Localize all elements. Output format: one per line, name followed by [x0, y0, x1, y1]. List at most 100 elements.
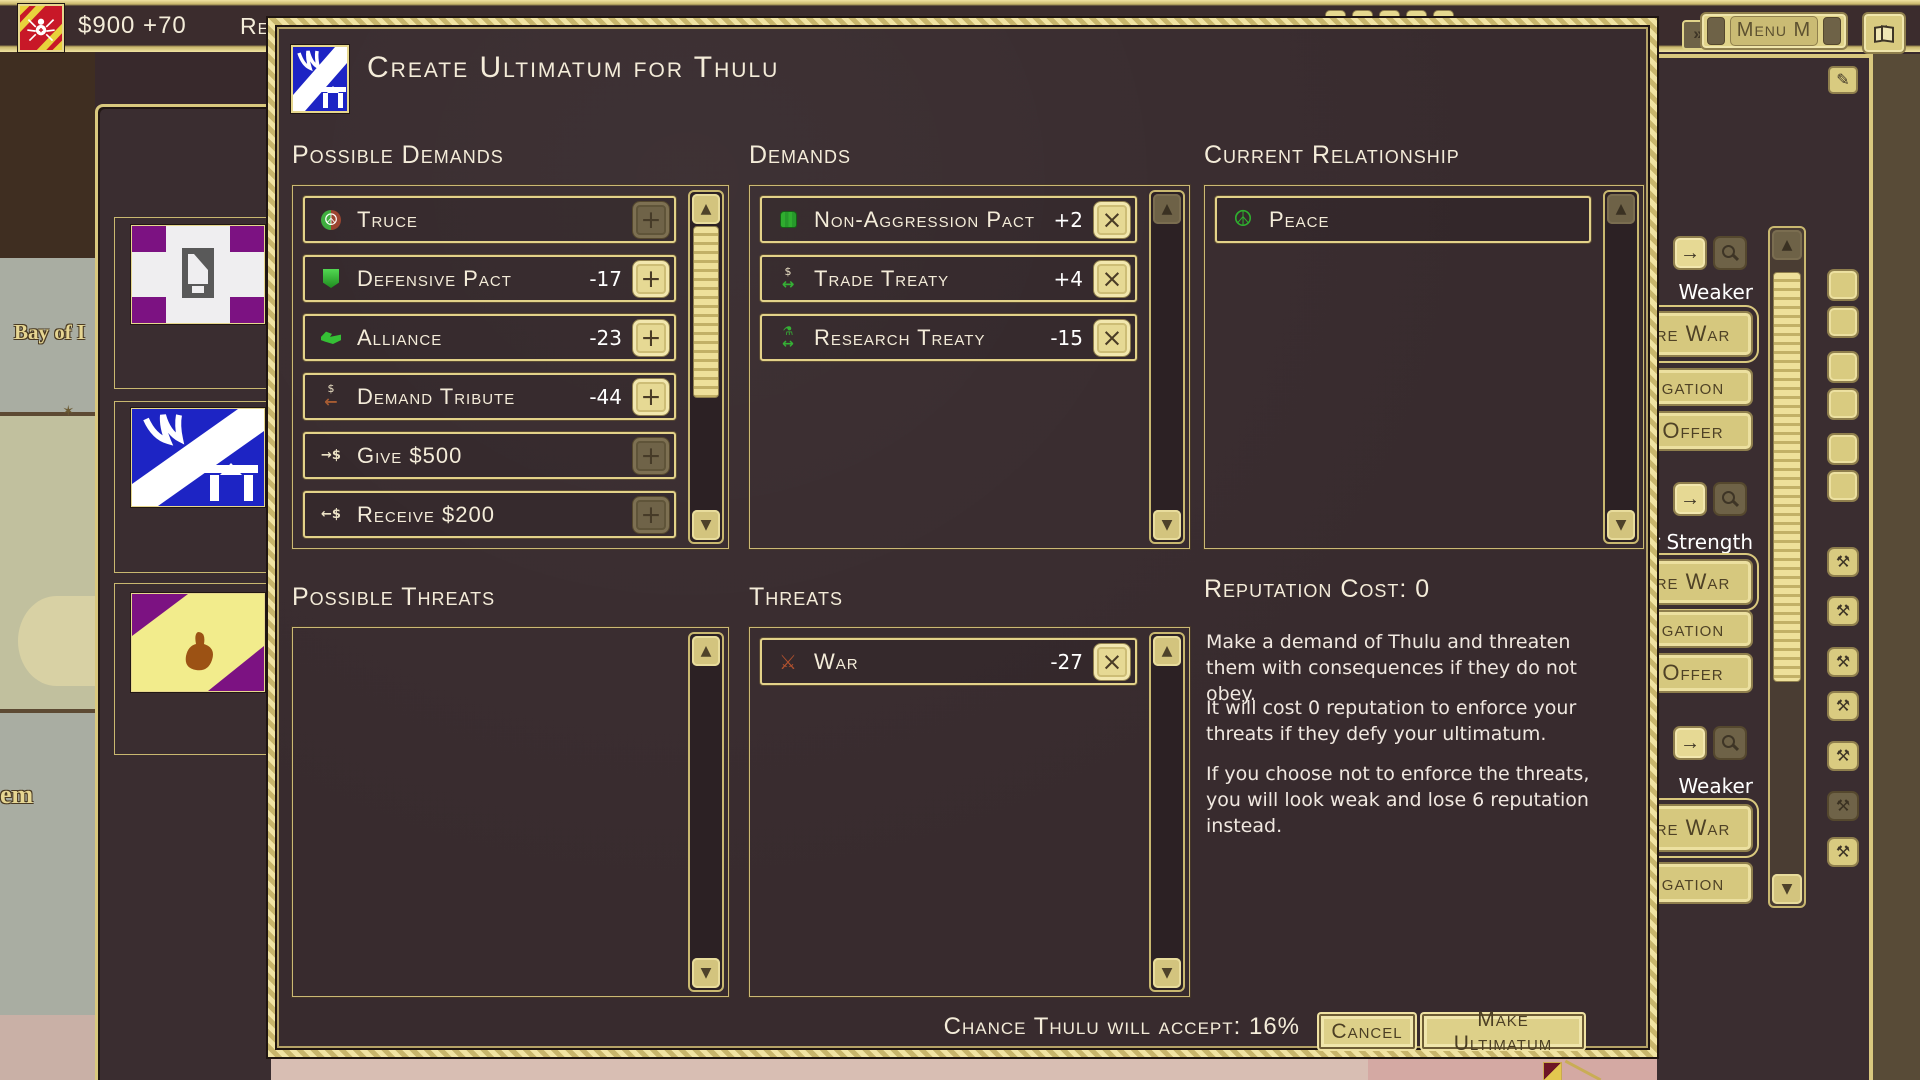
thulu-flag-icon [291, 45, 349, 113]
demand-option-row: Alliance -23 + [303, 314, 676, 361]
give-money-icon [317, 449, 345, 462]
row-value: +2 [1054, 208, 1083, 232]
row-label: Trade Treaty [814, 266, 1054, 292]
demand-option-row: Demand Tribute -44 + [303, 373, 676, 420]
scroll-up-button[interactable]: ▲ [692, 194, 720, 224]
inspect-button[interactable] [1713, 482, 1747, 516]
add-demand-button[interactable]: + [632, 437, 670, 475]
row-label: Receive $200 [357, 502, 622, 528]
scroll-up-button[interactable]: ▲ [1153, 194, 1181, 224]
remove-demand-button[interactable]: × [1093, 260, 1131, 298]
pin-hammers-icon[interactable]: ⚒ [1827, 791, 1859, 821]
slot-button[interactable] [1827, 351, 1859, 383]
add-demand-button[interactable]: + [632, 378, 670, 416]
list-scrollbar[interactable]: ▲ ▼ [1149, 632, 1185, 992]
inspect-button[interactable] [1713, 236, 1747, 270]
add-demand-button[interactable]: + [632, 201, 670, 239]
map-city-marker[interactable]: ✶ [62, 402, 75, 420]
pin-hammers-icon[interactable]: ⚒ [1827, 691, 1859, 721]
slot-button[interactable] [1827, 470, 1859, 502]
row-label: Demand Tribute [357, 384, 589, 410]
magnifier-icon [1721, 244, 1739, 262]
goto-faction-button[interactable]: → [1673, 482, 1707, 516]
scroll-down-button[interactable]: ▼ [1607, 510, 1635, 540]
faction-flag-yellow-purple[interactable] [131, 593, 265, 692]
slot-button[interactable] [1827, 433, 1859, 465]
war-icon [774, 652, 802, 672]
map-territory-pink [0, 1015, 95, 1080]
scroll-up-button[interactable]: ▲ [1607, 194, 1635, 224]
dialog-title: Create Ultimatum for Thulu [367, 51, 779, 85]
list-scrollbar[interactable]: ▲ ▼ [688, 632, 724, 992]
map-label-em: em [0, 780, 33, 810]
add-demand-button[interactable]: + [632, 496, 670, 534]
current-relationship-list: Peace ▲ ▼ [1204, 185, 1644, 549]
arrow-right-icon: → [1680, 488, 1700, 511]
demands-header: Demands [749, 141, 851, 170]
remove-demand-button[interactable]: × [1093, 201, 1131, 239]
player-flag[interactable] [18, 4, 64, 52]
scroll-up-button[interactable]: ▲ [692, 636, 720, 666]
scroll-down-button[interactable]: ▼ [1153, 510, 1181, 540]
accept-chance-label: Chance Thulu will accept: 16% [935, 1013, 1300, 1041]
menu-slot-left[interactable] [1707, 17, 1725, 45]
map-flag-marker[interactable] [1543, 1062, 1562, 1080]
goto-faction-button[interactable]: → [1673, 236, 1707, 270]
scroll-up-button[interactable]: ▲ [1153, 636, 1181, 666]
edit-icon[interactable]: ✎ [1828, 66, 1858, 94]
demand-row: Trade Treaty +4 × [760, 255, 1137, 302]
cancel-button[interactable]: Cancel [1319, 1014, 1415, 1049]
pin-hammers-icon[interactable]: ⚒ [1827, 596, 1859, 626]
create-ultimatum-dialog: Create Ultimatum for Thulu Possible Dema… [268, 18, 1657, 1057]
scroll-down-button[interactable]: ▼ [1153, 958, 1181, 988]
diplomacy-side-panel: ✎ → Weaker re War gation Offer → ar Stre… [1657, 54, 1869, 1080]
faction-flag-thulu[interactable] [131, 408, 265, 507]
make-ultimatum-button[interactable]: Make Ultimatum [1422, 1014, 1584, 1049]
current-relationship-header: Current Relationship [1204, 141, 1460, 170]
pin-hammers-icon[interactable]: ⚒ [1827, 837, 1859, 867]
remove-threat-button[interactable]: × [1093, 643, 1131, 681]
world-map[interactable]: Bay of I em ✶ [0, 52, 95, 1080]
goto-faction-button[interactable]: → [1673, 726, 1707, 760]
add-demand-button[interactable]: + [632, 319, 670, 357]
list-scrollbar[interactable]: ▲ ▼ [1603, 190, 1639, 544]
research-treaty-icon [774, 325, 802, 351]
slot-button[interactable] [1827, 306, 1859, 338]
magnifier-icon [1721, 490, 1739, 508]
scroll-thumb[interactable] [693, 226, 719, 398]
map-label-bay: Bay of I [14, 320, 85, 345]
scroll-down-button[interactable]: ▼ [1772, 874, 1802, 904]
menu-group: Menu M [1700, 12, 1848, 50]
row-label: Alliance [357, 325, 589, 351]
non-aggression-pact-icon [774, 211, 802, 228]
slot-button[interactable] [1827, 269, 1859, 301]
world-map-bottom[interactable] [268, 1057, 1657, 1080]
menu-button[interactable]: Menu M [1730, 16, 1818, 46]
row-label: Research Treaty [814, 325, 1050, 351]
panel-scrollbar[interactable]: ▲ ▼ [1768, 226, 1806, 908]
menu-slot-right[interactable] [1823, 17, 1841, 45]
scroll-up-button[interactable]: ▲ [1772, 230, 1802, 260]
pin-hammers-icon[interactable]: ⚒ [1827, 547, 1859, 577]
encyclopedia-button[interactable] [1862, 12, 1906, 54]
list-scrollbar[interactable]: ▲ ▼ [688, 190, 724, 544]
threats-list: War -27 × ▲ ▼ [749, 627, 1190, 997]
map-territory-light [268, 1057, 1368, 1080]
pin-hammers-icon[interactable]: ⚒ [1827, 741, 1859, 771]
map-landmass [0, 412, 95, 713]
faction-flag-white-purple[interactable] [131, 225, 265, 324]
pin-hammers-icon[interactable]: ⚒ [1827, 647, 1859, 677]
scroll-thumb[interactable] [1773, 272, 1801, 682]
row-label: Non-Aggression Pact [814, 207, 1054, 233]
row-value: -15 [1050, 326, 1083, 350]
add-demand-button[interactable]: + [632, 260, 670, 298]
reputation-paragraph: If you choose not to enforce the threats… [1206, 761, 1602, 840]
reputation-cost-header: Reputation Cost: 0 [1204, 575, 1430, 604]
remove-demand-button[interactable]: × [1093, 319, 1131, 357]
demand-option-row: Receive $200 + [303, 491, 676, 538]
scroll-down-button[interactable]: ▼ [692, 958, 720, 988]
slot-button[interactable] [1827, 388, 1859, 420]
list-scrollbar[interactable]: ▲ ▼ [1149, 190, 1185, 544]
scroll-down-button[interactable]: ▼ [692, 510, 720, 540]
inspect-button[interactable] [1713, 726, 1747, 760]
